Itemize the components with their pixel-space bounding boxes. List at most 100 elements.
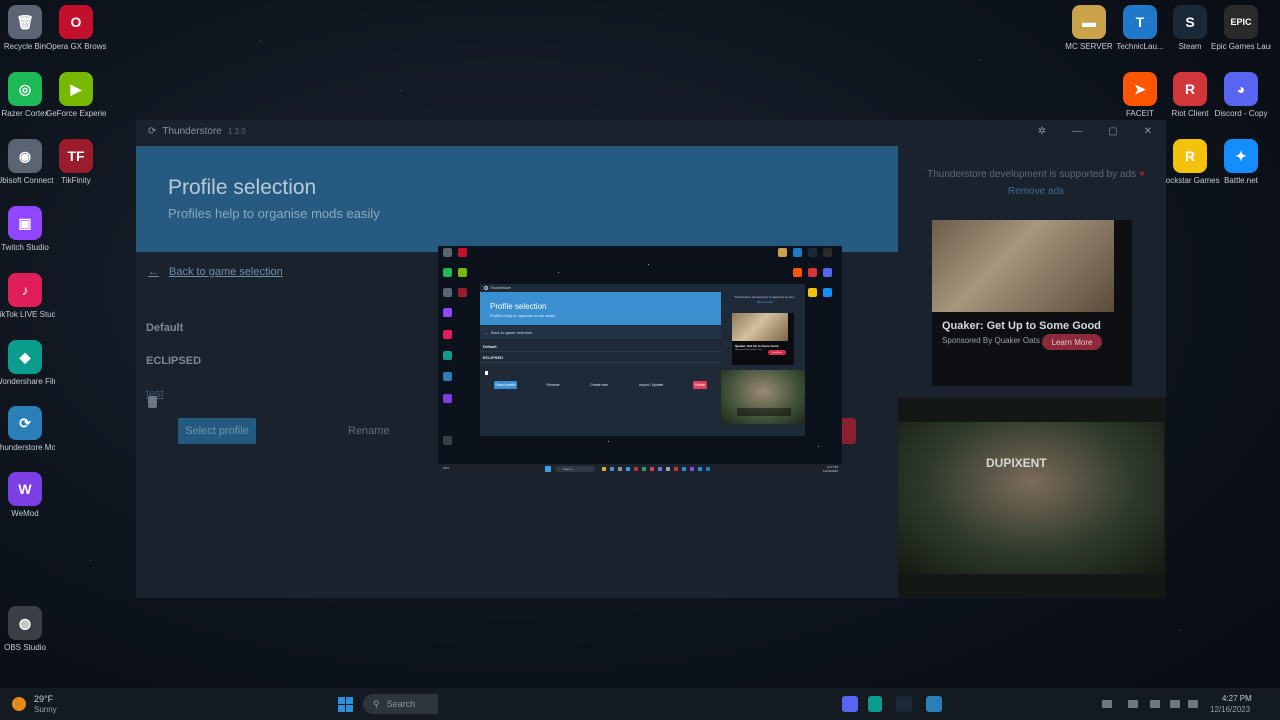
mini-desktop-icon[interactable] bbox=[455, 248, 469, 258]
minimize-icon[interactable]: — bbox=[1072, 126, 1082, 137]
mini-desktop-icon[interactable] bbox=[440, 268, 454, 278]
mini-desktop-icon[interactable] bbox=[820, 288, 834, 298]
arrow-left-icon: ← bbox=[484, 330, 488, 335]
mini-desktop-icon[interactable] bbox=[775, 248, 789, 258]
bg-video-ad[interactable]: DUPIXENT bbox=[898, 398, 1166, 598]
desktop-right-icon-6[interactable]: ◕ Discord - Copy bbox=[1211, 72, 1271, 119]
desktop-right-icon-8[interactable]: ✦ Battle.net bbox=[1211, 139, 1271, 186]
search-icon: ⚲ bbox=[373, 698, 380, 709]
mini-search-box[interactable]: Search bbox=[555, 466, 595, 472]
discord-taskbar-icon[interactable] bbox=[842, 696, 858, 712]
remove-ads-link[interactable]: Remove ads bbox=[757, 300, 773, 304]
mini-desktop-icon[interactable] bbox=[820, 268, 834, 278]
taskbar-date[interactable]: 12/16/2023 bbox=[1210, 705, 1250, 714]
mini-desktop-icon[interactable] bbox=[455, 268, 469, 278]
ad-banner[interactable]: Quaker: Get Up to Some Good Sponsored By… bbox=[732, 313, 794, 365]
video-ad[interactable] bbox=[721, 370, 805, 424]
close-icon[interactable]: ✕ bbox=[1144, 126, 1152, 137]
profile-eclipsed[interactable]: ECLIPSED bbox=[480, 352, 721, 363]
desktop-right-icon-3[interactable]: EPIC Epic Games Launcher bbox=[1211, 5, 1271, 52]
mini-start-icon[interactable] bbox=[545, 466, 551, 472]
app-title: Thunderstore bbox=[490, 285, 511, 290]
mini-app-icon bbox=[442, 394, 452, 403]
mini-desktop-icon[interactable] bbox=[440, 372, 454, 382]
filmora-taskbar-icon[interactable] bbox=[868, 696, 882, 712]
chevron-up-icon[interactable] bbox=[1102, 700, 1112, 708]
mini-desktop-icon[interactable] bbox=[820, 248, 834, 258]
mini-app-icon[interactable] bbox=[666, 467, 670, 471]
thunderstore-taskbar-icon[interactable] bbox=[926, 696, 942, 712]
desktop-left-icon-9[interactable]: ⟳ Thunderstore Mod Mana... bbox=[0, 406, 55, 453]
mini-app-icon[interactable] bbox=[642, 467, 646, 471]
network-icon[interactable] bbox=[1170, 700, 1180, 708]
mini-app-icon[interactable] bbox=[634, 467, 638, 471]
mini-app-icon[interactable] bbox=[706, 467, 710, 471]
mini-app-icon[interactable] bbox=[658, 467, 662, 471]
desktop-left-icon-5[interactable]: TF TikFinity bbox=[46, 139, 106, 186]
desktop-left-icon-7[interactable]: ♪ TikTok LIVE Studio bbox=[0, 273, 55, 320]
mini-desktop-icon[interactable] bbox=[805, 248, 819, 258]
desktop-icon-label: Twitch Studio bbox=[1, 243, 49, 252]
bg-ad-notice: Thunderstore development is supported by… bbox=[926, 166, 1146, 200]
desktop-left-icon-8[interactable]: ◆ Wondershare Filmora 12 bbox=[0, 340, 55, 387]
mini-desktop-icon[interactable] bbox=[440, 351, 454, 361]
taskbar-search-input[interactable]: ⚲ Search bbox=[363, 694, 438, 714]
app-icon: W bbox=[8, 472, 42, 506]
mini-desktop-icon[interactable] bbox=[790, 268, 804, 278]
mini-app-icon[interactable] bbox=[650, 467, 654, 471]
app-icon: ◎ bbox=[8, 72, 42, 106]
mini-app-icon[interactable] bbox=[682, 467, 686, 471]
taskbar-time[interactable]: 4:27 PM bbox=[1222, 694, 1252, 703]
desktop-left-icon-1[interactable]: O Opera GX Browser bbox=[46, 5, 106, 52]
delete-button[interactable]: Delete bbox=[693, 381, 707, 389]
volume-icon[interactable] bbox=[1188, 700, 1198, 708]
cloud-icon[interactable] bbox=[1128, 700, 1138, 708]
mini-desktop-icon[interactable] bbox=[440, 436, 454, 446]
mini-app-icon[interactable] bbox=[698, 467, 702, 471]
mini-desktop-icon[interactable] bbox=[455, 288, 469, 298]
desktop-left-icon-11[interactable]: ◍ OBS Studio bbox=[0, 606, 55, 653]
bg-select-profile-button[interactable]: Select profile bbox=[178, 418, 256, 444]
mini-desktop-icon[interactable] bbox=[440, 248, 454, 258]
mini-desktop-icon[interactable] bbox=[440, 288, 454, 298]
settings-icon[interactable]: ✲ bbox=[1038, 126, 1046, 137]
select-profile-button[interactable]: Select profile bbox=[494, 381, 517, 389]
mini-app-icon[interactable] bbox=[674, 467, 678, 471]
mini-app-icon[interactable] bbox=[610, 467, 614, 471]
import-update-button[interactable]: Import / Update bbox=[637, 381, 665, 389]
app-icon: O bbox=[59, 5, 93, 39]
bg-rename-button[interactable]: Rename bbox=[348, 425, 390, 437]
mini-desktop-icon[interactable] bbox=[805, 268, 819, 278]
mini-app-icon[interactable] bbox=[690, 467, 694, 471]
mini-app-icon[interactable] bbox=[602, 467, 606, 471]
mini-app-icon[interactable] bbox=[618, 467, 622, 471]
profile-default[interactable]: Default bbox=[480, 341, 721, 352]
mini-app-icon[interactable] bbox=[626, 467, 630, 471]
mini-desktop-icon[interactable] bbox=[805, 288, 819, 298]
heart-icon: ♥ bbox=[1138, 169, 1145, 180]
weather-temperature[interactable]: 29°F bbox=[34, 694, 53, 704]
desktop-icon-label: GeForce Experience bbox=[46, 109, 106, 118]
desktop-left-icon-3[interactable]: ▶ GeForce Experience bbox=[46, 72, 106, 119]
mini-desktop-icon[interactable] bbox=[440, 308, 454, 318]
desktop-left-icon-10[interactable]: W WeMod bbox=[0, 472, 55, 519]
back-to-game-selection[interactable]: ← Back to game selection bbox=[480, 326, 721, 339]
mini-desktop-icon[interactable] bbox=[440, 394, 454, 404]
bg-ad-banner[interactable]: Quaker: Get Up to Some Good Sponsored By… bbox=[932, 220, 1132, 386]
maximize-icon[interactable]: ▢ bbox=[1108, 126, 1117, 137]
create-new-button[interactable]: Create new bbox=[589, 381, 609, 389]
mini-desktop-icon[interactable] bbox=[790, 248, 804, 258]
bg-profile-default[interactable]: Default bbox=[146, 322, 183, 334]
ad-learn-more-button[interactable]: Learn More bbox=[768, 350, 786, 355]
bg-profile-eclipsed[interactable]: ECLIPSED bbox=[146, 355, 201, 367]
rename-button[interactable]: Rename bbox=[546, 381, 560, 389]
windows-start-icon[interactable] bbox=[338, 697, 353, 712]
steam-taskbar-icon[interactable] bbox=[896, 696, 912, 712]
mini-desktop-icon[interactable] bbox=[440, 330, 454, 340]
desktop-left-icon-6[interactable]: ▣ Twitch Studio bbox=[0, 206, 55, 253]
bluetooth-icon[interactable] bbox=[1150, 700, 1160, 708]
bg-back-link[interactable]: ← Back to game selection bbox=[148, 266, 283, 278]
bg-remove-ads-link[interactable]: Remove ads bbox=[1008, 186, 1064, 197]
star bbox=[90, 560, 91, 561]
bg-ad-learn-more-button[interactable]: Learn More bbox=[1042, 334, 1102, 350]
